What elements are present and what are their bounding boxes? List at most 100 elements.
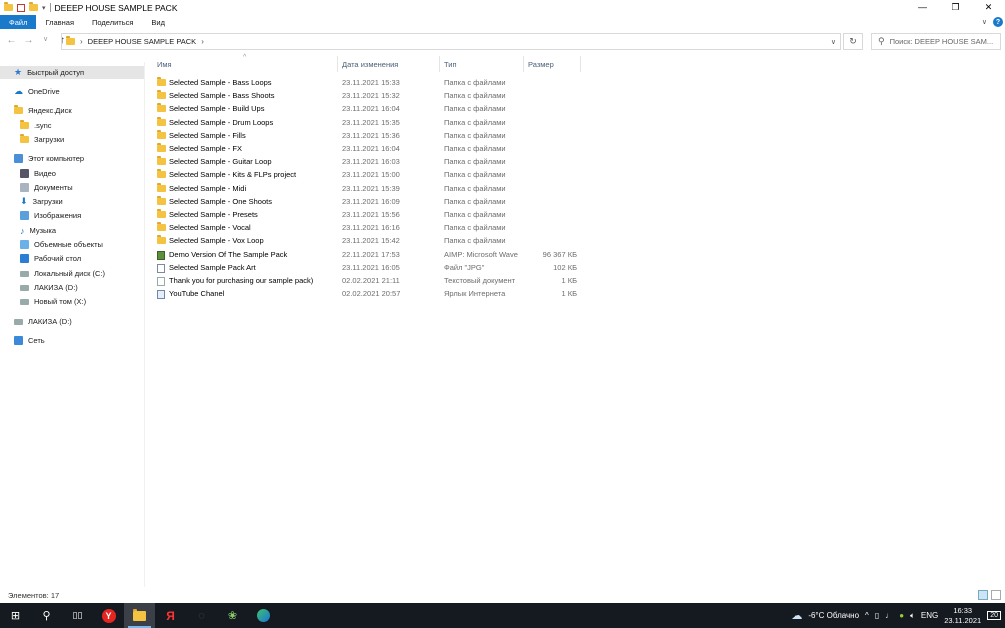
properties-icon[interactable] [17, 3, 25, 12]
table-row[interactable]: Demo Version Of The Sample Pack 22.11.202… [152, 248, 592, 261]
volume-icon[interactable]: 🔈︎ [910, 611, 915, 621]
folder-icon [157, 169, 166, 179]
file-name: YouTube Chanel [169, 289, 225, 299]
file-name: Selected Sample - Build Ups [169, 104, 265, 114]
address-bar[interactable]: › DEEEP HOUSE SAMPLE PACK › ∨ [61, 33, 841, 50]
sidebar-item-network[interactable]: Сеть [14, 334, 45, 347]
sidebar-item-usb-d[interactable]: ЛАКИЗА (D:) [14, 315, 72, 328]
title-bar: ▾ DEEEP HOUSE SAMPLE PACK — ❐ ✕ [0, 0, 1005, 15]
language-indicator[interactable]: ENG [921, 611, 938, 620]
new-folder-icon[interactable] [29, 2, 38, 11]
folder-icon [157, 222, 166, 232]
column-header-type[interactable]: Тип [444, 60, 457, 69]
column-header-date[interactable]: Дата изменения [342, 60, 398, 69]
expand-ribbon-icon[interactable]: ∨ [982, 18, 987, 26]
sidebar-item-video[interactable]: Видео [20, 167, 56, 180]
file-name: Selected Sample - Kits & FLPs project [169, 170, 297, 180]
sidebar-item-downloads[interactable]: ⬇ Загрузки [20, 195, 63, 208]
tab-share[interactable]: Поделиться [83, 15, 142, 29]
table-row[interactable]: Selected Sample - Bass Loops 23.11.2021 1… [152, 76, 592, 89]
sidebar-item-yandex-downloads[interactable]: Загрузки [20, 133, 64, 146]
search-button[interactable]: ⚲ [31, 603, 62, 628]
table-row[interactable]: Selected Sample - Presets 23.11.2021 15:5… [152, 208, 592, 221]
sidebar-item-quick-access[interactable]: ★ Быстрый доступ [0, 66, 144, 79]
table-row[interactable]: Selected Sample - FX 23.11.2021 16:04 Папк… [152, 142, 592, 155]
chevron-up-icon[interactable]: ^ [865, 611, 869, 620]
sidebar-item-drive-d[interactable]: ЛАКИЗА (D:) [20, 281, 78, 294]
usb-icon[interactable]: ▯ [875, 611, 879, 620]
maximize-button[interactable]: ❐ [939, 0, 972, 14]
table-row[interactable]: Selected Sample - Midi 23.11.2021 15:39 Па… [152, 182, 592, 195]
back-button[interactable]: ← [4, 35, 19, 46]
chevron-right-icon[interactable]: › [80, 37, 83, 46]
tab-file[interactable]: Файл [0, 15, 37, 29]
table-row[interactable]: Selected Sample - Fills 23.11.2021 15:36 П… [152, 129, 592, 142]
app-tray-icon[interactable]: ● [899, 611, 904, 620]
notifications-icon[interactable]: 20 [987, 611, 1001, 620]
breadcrumb[interactable]: DEEEP HOUSE SAMPLE PACK [88, 37, 197, 46]
table-row[interactable]: Selected Sample - One Shoots 23.11.2021 1… [152, 195, 592, 208]
minimize-button[interactable]: — [906, 0, 939, 14]
table-row[interactable]: Selected Sample - Vocal 23.11.2021 16:16 П… [152, 221, 592, 234]
table-row[interactable]: Selected Sample Pack Art 23.11.2021 16:05… [152, 261, 592, 274]
yandex-button[interactable]: Я [155, 603, 186, 628]
table-row[interactable]: Selected Sample - Guitar Loop 23.11.2021 … [152, 155, 592, 168]
sidebar-item-sync[interactable]: .sync [20, 119, 52, 132]
refresh-button[interactable]: ↻ [843, 33, 863, 50]
file-explorer-button[interactable] [124, 603, 155, 628]
column-header-name[interactable]: Имя [157, 60, 172, 69]
table-row[interactable]: Thank you for purchasing our sample pack… [152, 274, 592, 287]
task-view-button[interactable]: ▯▯ [62, 603, 93, 628]
sidebar-item-pictures[interactable]: Изображения [20, 209, 81, 222]
table-row[interactable]: Selected Sample - Bass Shoots 23.11.2021 … [152, 89, 592, 102]
table-row[interactable]: Selected Sample - Kits & FLPs project 23.… [152, 168, 592, 181]
sidebar-item-this-pc[interactable]: Этот компьютер [14, 152, 84, 165]
sidebar-item-label: ЛАКИЗА (D:) [28, 317, 72, 326]
table-row[interactable]: Selected Sample - Build Ups 23.11.2021 16… [152, 102, 592, 115]
file-date: 23.11.2021 15:00 [342, 170, 400, 180]
taskbar: ⊞ ⚲ ▯▯ Y Я ◌ ❀ ☁ -6°C Облачно ^ ▯ ♩ ● 🔈︎… [0, 603, 1005, 628]
file-name: Demo Version Of The Sample Pack [169, 249, 288, 259]
table-row[interactable]: Selected Sample - Vox Loop 23.11.2021 15:… [152, 234, 592, 247]
edge-button[interactable] [248, 603, 279, 628]
sidebar-item-onedrive[interactable]: ☁ OneDrive [14, 85, 60, 98]
sidebar-item-music[interactable]: ♪ Музыка [20, 224, 56, 237]
large-icons-view-button[interactable] [991, 590, 1001, 600]
sidebar-item-documents[interactable]: Документы [20, 181, 73, 194]
details-view-button[interactable] [978, 590, 988, 600]
sidebar-item-3d-objects[interactable]: Объемные объекты [20, 238, 103, 251]
address-dropdown-icon[interactable]: ∨ [831, 38, 836, 46]
sidebar-item-desktop[interactable]: Рабочий стол [20, 252, 81, 265]
forward-button[interactable]: → [21, 35, 36, 46]
tab-view[interactable]: Вид [142, 15, 174, 29]
yandex-browser-button[interactable]: Y [93, 603, 124, 628]
sidebar-item-label: OneDrive [28, 87, 60, 96]
table-row[interactable]: Selected Sample - Drum Loops 23.11.2021 1… [152, 116, 592, 129]
chevron-right-icon[interactable]: › [201, 37, 204, 46]
star-icon: ★ [14, 67, 23, 77]
start-button[interactable]: ⊞ [0, 603, 31, 628]
tab-home[interactable]: Главная [36, 15, 83, 29]
file-date: 23.11.2021 16:03 [342, 157, 400, 167]
chevron-down-icon[interactable]: ▾ [42, 4, 46, 12]
sidebar-item-yandex-disk[interactable]: Яндекс.Диск [14, 104, 72, 117]
computer-icon [14, 154, 23, 163]
file-type: Папка с файлами [444, 196, 506, 206]
search-icon: ⚲ [878, 36, 885, 46]
file-type: Папка с файлами [444, 104, 506, 114]
sidebar-item-drive-c[interactable]: Локальный диск (C:) [20, 267, 105, 280]
microphone-icon[interactable]: ♩ [885, 611, 893, 620]
weather-text[interactable]: -6°C Облачно [808, 611, 859, 620]
search-input[interactable]: ⚲ Поиск: DEEEP HOUSE SAM... [871, 33, 1001, 50]
close-button[interactable]: ✕ [972, 0, 1005, 14]
fl-studio-button[interactable]: ❀ [217, 603, 248, 628]
app-button[interactable]: ◌ [186, 603, 217, 628]
weather-icon[interactable]: ☁ [791, 609, 802, 622]
column-header-size[interactable]: Размер [528, 60, 554, 69]
help-icon[interactable]: ? [993, 17, 1003, 27]
clock[interactable]: 16:33 23.11.2021 [944, 606, 981, 626]
recent-locations-icon[interactable]: ∨ [38, 35, 53, 46]
table-row[interactable]: YouTube Chanel 02.02.2021 20:57 Ярлык Инте… [152, 287, 592, 300]
drive-icon [20, 298, 29, 305]
sidebar-item-drive-x[interactable]: Новый том (X:) [20, 295, 86, 308]
